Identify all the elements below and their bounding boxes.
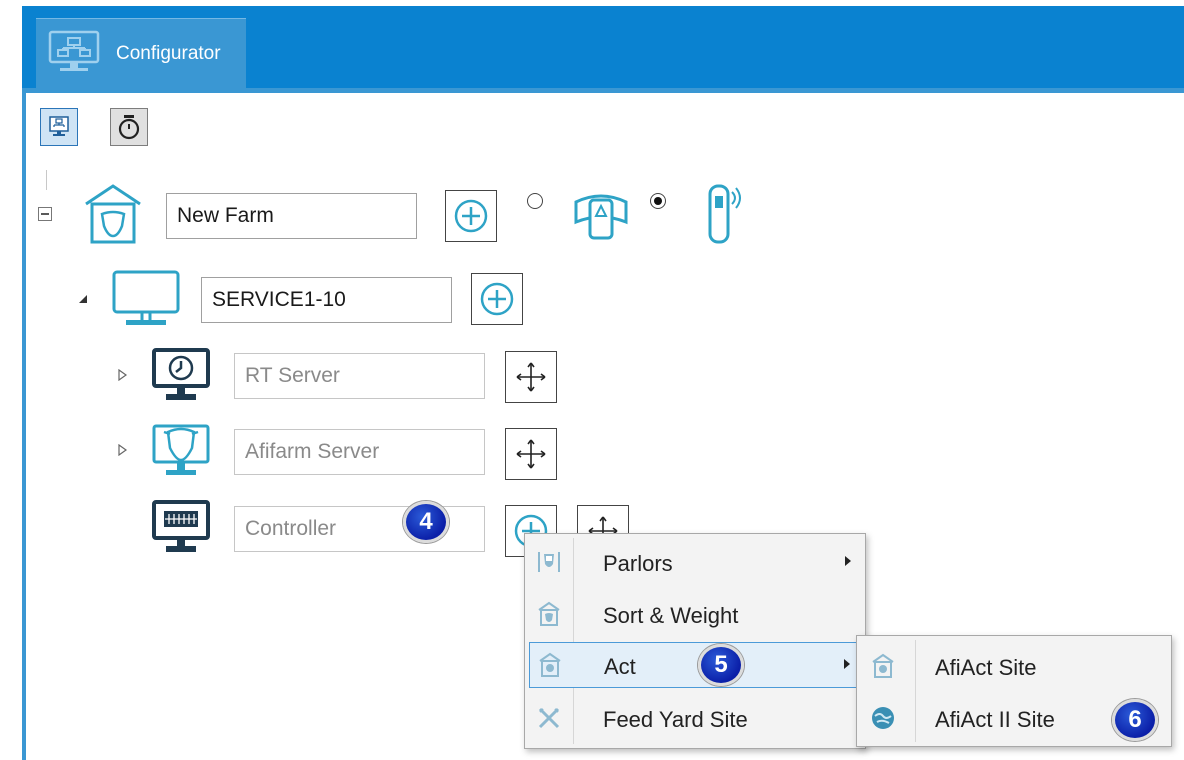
move-afifarm-server-button[interactable] <box>505 428 557 480</box>
move-icon <box>516 362 546 392</box>
farm-barn-icon <box>85 184 141 244</box>
add-circle-icon <box>480 282 514 316</box>
configurator-icon <box>48 30 100 71</box>
expanded-triangle-icon[interactable] <box>78 294 88 304</box>
afifarm-server-name-field[interactable]: Afifarm Server <box>234 429 485 475</box>
step-badge-4: 4 <box>403 501 449 543</box>
timer-view-button[interactable] <box>110 108 148 146</box>
computer-name-field[interactable]: SERVICE1-10 <box>201 277 452 323</box>
collar-icon <box>574 194 628 240</box>
move-icon <box>516 439 546 469</box>
menu-item-sort-weight[interactable]: Sort & Weight <box>529 592 861 638</box>
feed-yard-icon <box>538 707 560 729</box>
menu-item-label: Act <box>604 654 636 679</box>
collapse-icon[interactable] <box>38 207 52 221</box>
menu-item-label: Parlors <box>603 551 673 576</box>
expand-triangle-icon[interactable] <box>118 369 128 381</box>
content-frame-border <box>22 90 26 760</box>
menu-item-label: AfiAct II Site <box>935 707 1055 732</box>
stopwatch-icon <box>118 115 140 140</box>
afiact-site-icon <box>872 653 894 678</box>
configurator-view-button[interactable] <box>40 108 78 146</box>
menu-item-parlors[interactable]: Parlors <box>529 540 861 586</box>
menu-item-act[interactable]: Act <box>529 642 861 688</box>
expand-triangle-icon[interactable] <box>118 444 128 456</box>
rt-server-name-field[interactable]: RT Server <box>234 353 485 399</box>
menu-item-label: AfiAct Site <box>935 655 1037 680</box>
menu-item-afiact-site[interactable]: AfiAct Site <box>863 644 1167 690</box>
configurator-icon <box>49 116 69 136</box>
add-to-computer-button[interactable] <box>471 273 523 325</box>
add-context-menu: Parlors Sort & Weight Act Feed Yard Site <box>524 533 866 749</box>
tab-configurator[interactable]: Configurator <box>36 18 246 91</box>
farm-name-field[interactable]: New Farm <box>166 193 417 239</box>
add-to-farm-button[interactable] <box>445 190 497 242</box>
pedometer-tag-icon <box>708 184 741 244</box>
submenu-arrow-icon <box>845 556 851 566</box>
menu-item-label: Feed Yard Site <box>603 707 748 732</box>
rt-server-clock-icon <box>152 348 210 400</box>
tab-strip-border <box>22 88 1184 93</box>
step-badge-5: 5 <box>698 644 744 686</box>
parlor-icon <box>538 552 560 572</box>
afiact-ii-site-icon <box>872 707 894 729</box>
pedometer-device-radio[interactable] <box>650 193 666 209</box>
sort-weight-icon <box>538 601 560 626</box>
menu-item-label: Sort & Weight <box>603 603 739 628</box>
controller-keyboard-icon <box>152 500 210 552</box>
move-rt-server-button[interactable] <box>505 351 557 403</box>
step-badge-6: 6 <box>1112 699 1158 741</box>
computer-monitor-icon <box>112 270 180 325</box>
add-circle-icon <box>454 199 488 233</box>
submenu-arrow-icon <box>844 659 850 669</box>
tree-connector-line <box>46 170 47 190</box>
tab-label: Configurator <box>116 43 221 64</box>
collar-device-radio[interactable] <box>527 193 543 209</box>
act-icon <box>539 652 561 677</box>
afifarm-server-cow-icon <box>152 424 210 475</box>
menu-item-feed-yard-site[interactable]: Feed Yard Site <box>529 696 861 742</box>
